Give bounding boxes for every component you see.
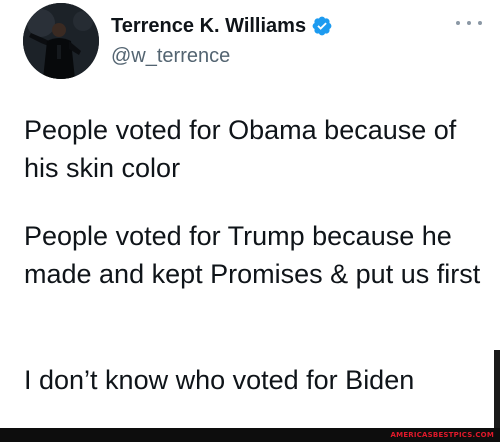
tweet-text-paragraph: People voted for Trump because he made a… bbox=[24, 221, 481, 289]
watermark-bar: AMERICASBESTPICS.COM bbox=[0, 428, 500, 442]
tweet-text-paragraph: I don’t know who voted for Biden bbox=[24, 365, 415, 395]
profile-avatar[interactable] bbox=[23, 3, 99, 79]
author-handle[interactable]: @w_terrence bbox=[111, 44, 230, 68]
verified-badge-icon bbox=[311, 15, 333, 37]
image-edge-shadow bbox=[494, 350, 500, 428]
tweet-text-paragraph: People voted for Obama because of his sk… bbox=[24, 115, 457, 183]
author-display-name[interactable]: Terrence K. Williams bbox=[111, 14, 306, 38]
more-horizontal-icon-dot bbox=[478, 21, 482, 25]
tweet-card: Terrence K. Williams @w_terrence People … bbox=[0, 0, 500, 428]
more-options-button[interactable] bbox=[456, 16, 482, 30]
author-name-row[interactable]: Terrence K. Williams bbox=[111, 14, 333, 38]
watermark-text: AMERICASBESTPICS.COM bbox=[390, 431, 494, 439]
more-horizontal-icon-dot bbox=[456, 21, 460, 25]
more-horizontal-icon-dot bbox=[467, 21, 471, 25]
avatar-image bbox=[23, 3, 99, 79]
